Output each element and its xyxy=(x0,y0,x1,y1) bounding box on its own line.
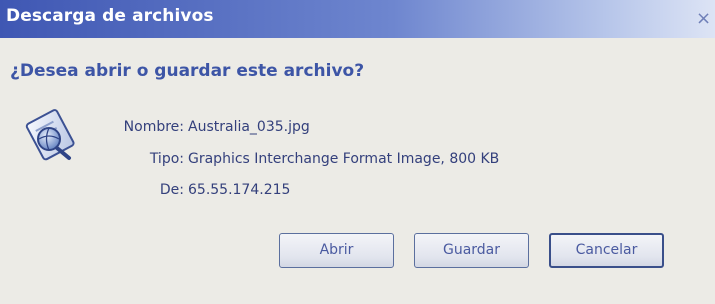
file-type-label: Tipo: xyxy=(149,151,184,167)
file-name-row: Nombre: Australia_035.jpg xyxy=(0,119,715,141)
file-name-label: Nombre: xyxy=(123,119,184,135)
dialog-title: Descarga de archivos xyxy=(6,6,214,26)
file-name-value: Australia_035.jpg xyxy=(188,119,310,135)
cancel-button[interactable]: Cancelar xyxy=(549,233,664,268)
file-source-label: De: xyxy=(159,182,184,198)
file-type-row: Tipo: Graphics Interchange Format Image,… xyxy=(0,151,715,173)
file-source-value: 65.55.174.215 xyxy=(188,182,291,198)
file-source-row: De: 65.55.174.215 xyxy=(0,182,715,204)
save-button[interactable]: Guardar xyxy=(414,233,529,268)
file-type-value: Graphics Interchange Format Image, 800 K… xyxy=(188,151,500,167)
open-button[interactable]: Abrir xyxy=(279,233,394,268)
close-button[interactable]: × xyxy=(696,6,715,32)
dialog-question: ¿Desea abrir o guardar este archivo? xyxy=(10,61,365,81)
title-bar[interactable]: Descarga de archivos × xyxy=(0,0,715,38)
close-icon: × xyxy=(696,8,712,29)
